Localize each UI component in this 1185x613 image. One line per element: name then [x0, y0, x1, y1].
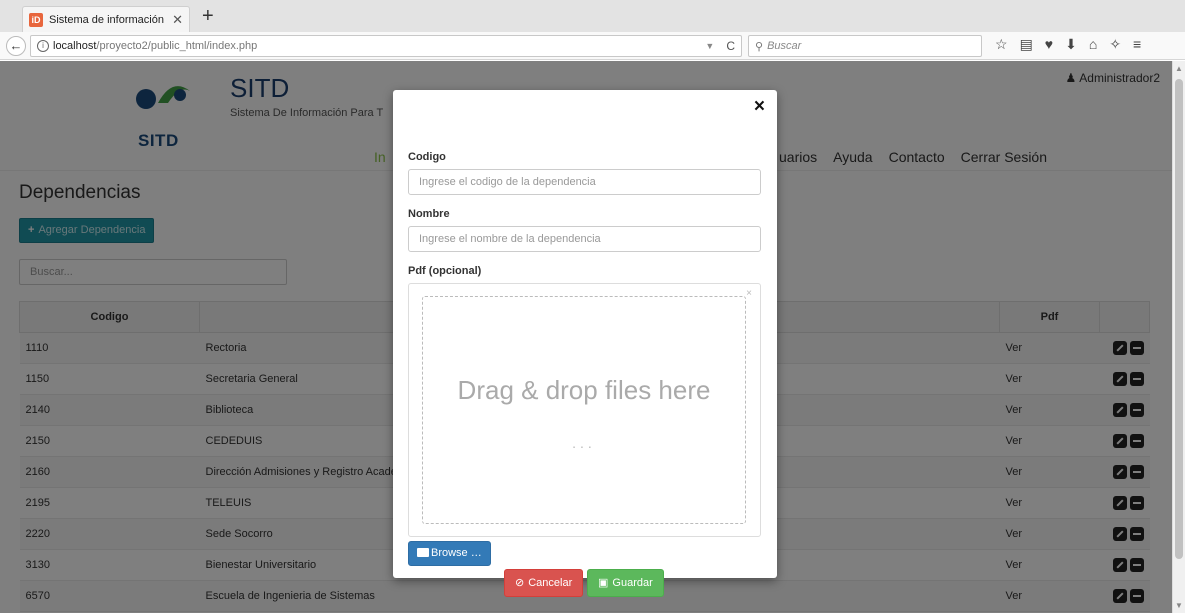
pocket-icon[interactable]: ♥	[1045, 36, 1053, 53]
add-dependencia-modal: × Codigo Ingrese el codigo de la depende…	[393, 90, 777, 597]
ban-icon: ⊘	[515, 577, 525, 589]
info-icon[interactable]: i	[37, 40, 49, 52]
address-bar[interactable]: i localhost/proyecto2/public_html/index.…	[30, 35, 742, 57]
browser-nav-bar: ← i localhost/proyecto2/public_html/inde…	[0, 32, 1185, 60]
new-tab-icon[interactable]: +	[202, 5, 214, 28]
browser-tab[interactable]: iD Sistema de información par ✕	[22, 6, 190, 32]
home-icon[interactable]: ⌂	[1089, 36, 1097, 53]
codigo-label: Codigo	[408, 151, 446, 163]
browser-search-bar[interactable]: ⚲ Buscar	[748, 35, 982, 57]
scroll-down-icon[interactable]: ▼	[1175, 601, 1183, 610]
file-drop-zone[interactable]: × Drag & drop files here ...	[408, 283, 761, 537]
pdf-label: Pdf (opcional)	[408, 265, 482, 277]
url-text[interactable]: localhost/proyecto2/public_html/index.ph…	[53, 40, 701, 52]
scrollbar-thumb[interactable]	[1175, 79, 1183, 559]
floppy-disk-icon: ▣	[598, 577, 609, 589]
tab-close-icon[interactable]: ✕	[172, 12, 183, 28]
dropdown-icon[interactable]: ▼	[705, 41, 714, 51]
scroll-up-icon[interactable]: ▲	[1175, 64, 1183, 73]
page-content: SITD SITD Sistema De Información Para T …	[0, 61, 1172, 613]
page-scrollbar[interactable]: ▲ ▼	[1172, 61, 1185, 613]
save-button[interactable]: ▣ Guardar	[587, 569, 664, 597]
close-icon[interactable]: ×	[754, 96, 765, 118]
reading-list-icon[interactable]: ▤	[1020, 36, 1033, 53]
cancel-button[interactable]: ⊘ Cancelar	[504, 569, 584, 597]
extension-icon[interactable]: ✧	[1109, 36, 1121, 53]
tab-title: Sistema de información par	[49, 13, 166, 26]
search-icon: ⚲	[755, 40, 764, 53]
browser-tab-bar: iD Sistema de información par ✕ +	[0, 0, 1185, 32]
drop-text: Drag & drop files here	[457, 375, 711, 405]
browser-toolbar: ☆ ▤ ♥ ⬇ ⌂ ✧ ≡	[995, 36, 1141, 53]
bookmark-star-icon[interactable]: ☆	[995, 36, 1008, 53]
drop-dots: ...	[572, 435, 596, 451]
download-icon[interactable]: ⬇	[1065, 36, 1077, 53]
favicon-icon: iD	[29, 12, 43, 27]
reload-icon[interactable]: C	[726, 39, 735, 53]
back-arrow-icon[interactable]: ←	[6, 35, 26, 56]
browse-button[interactable]: Browse …	[408, 541, 491, 566]
nombre-label: Nombre	[408, 208, 450, 220]
browser-search-placeholder: Buscar	[767, 40, 802, 52]
menu-icon[interactable]: ≡	[1133, 36, 1141, 53]
drop-area[interactable]: Drag & drop files here ...	[422, 296, 746, 524]
nombre-input[interactable]: Ingrese el nombre de la dependencia	[408, 226, 761, 252]
folder-open-icon	[417, 548, 429, 557]
codigo-input[interactable]: Ingrese el codigo de la dependencia	[408, 169, 761, 195]
drop-close-icon[interactable]: ×	[746, 288, 752, 299]
